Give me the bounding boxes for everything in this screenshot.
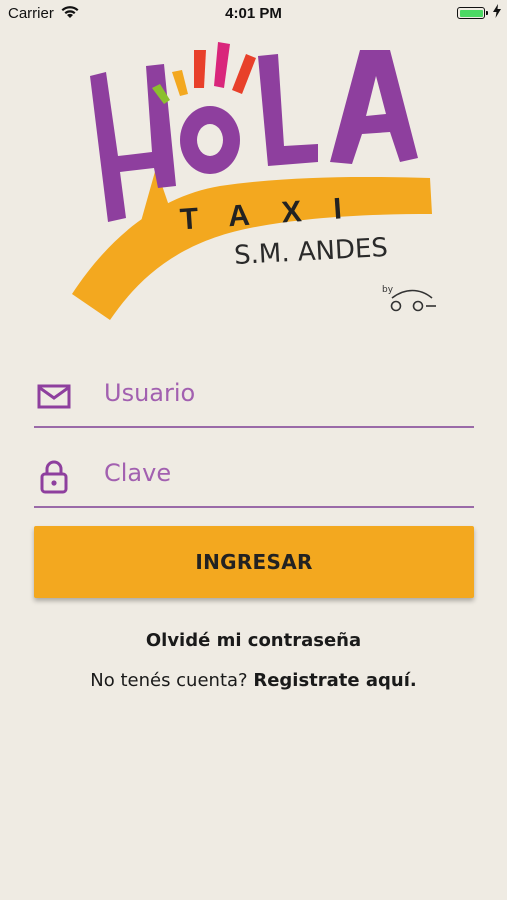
status-bar: Carrier 4:01 PM: [0, 0, 507, 28]
no-account-text: No tenés cuenta?: [90, 670, 248, 691]
login-button[interactable]: INGRESAR: [34, 526, 474, 598]
charging-icon: [493, 4, 501, 23]
username-field[interactable]: [34, 368, 474, 428]
logo-subtitle: S.M. ANDES: [233, 233, 388, 271]
hola-taxi-logo: TAXI S.M. ANDES by: [60, 36, 450, 326]
lock-icon: [36, 458, 72, 494]
register-link[interactable]: Registrate aquí.: [253, 670, 416, 691]
battery-icon: [457, 7, 488, 19]
clock: 4:01 PM: [225, 5, 282, 22]
username-input[interactable]: [102, 368, 466, 418]
password-field[interactable]: [34, 448, 474, 508]
envelope-icon: [36, 378, 72, 414]
logo-by-text: by: [382, 285, 394, 295]
forgot-password-link[interactable]: Olvidé mi contraseña: [0, 630, 507, 651]
register-line: No tenés cuenta? Registrate aquí.: [0, 670, 507, 691]
password-input[interactable]: [102, 448, 466, 498]
